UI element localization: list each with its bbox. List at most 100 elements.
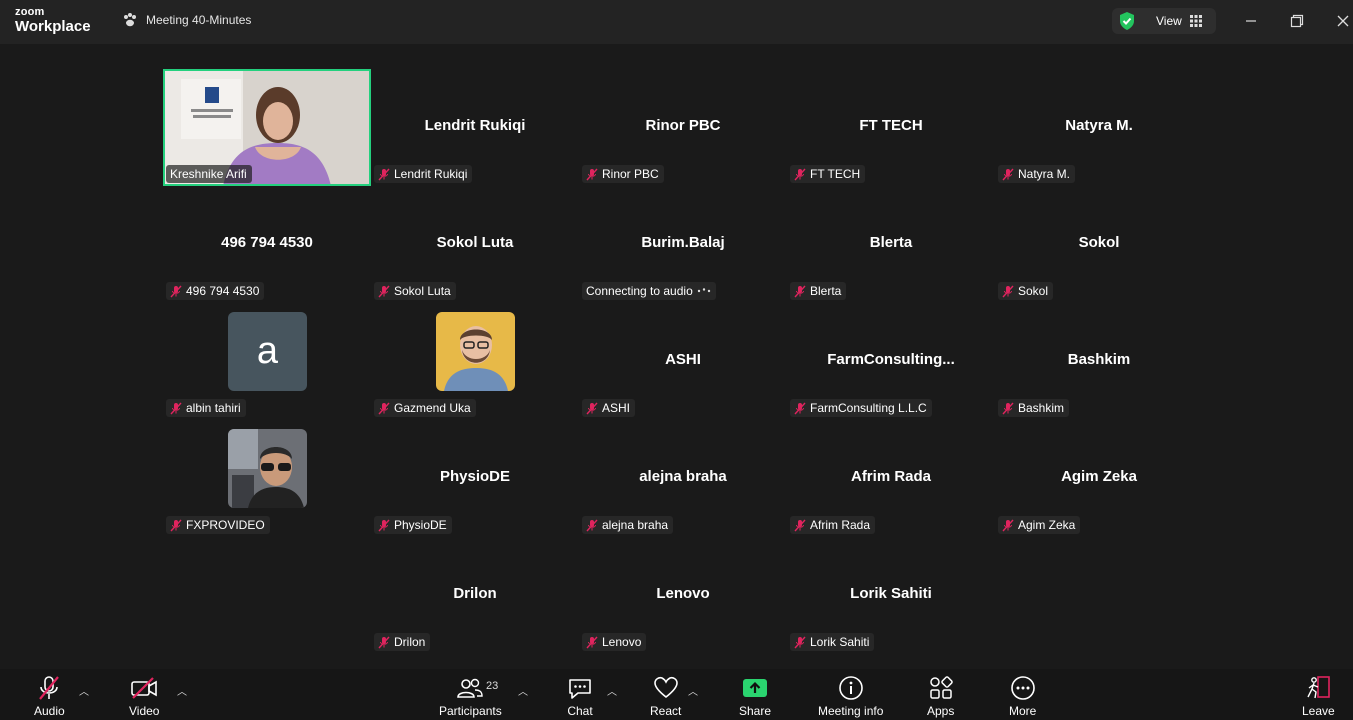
participant-display-name: Sokol Luta [436, 234, 514, 251]
muted-mic-icon [170, 519, 182, 531]
participant-name: Lorik Sahiti [810, 635, 870, 649]
video-button[interactable]: Video [129, 675, 159, 718]
participant-display-name: PhysioDE [439, 468, 511, 485]
participant-tile[interactable]: FXPROVIDEO [163, 420, 371, 537]
shield-check-icon [1120, 12, 1134, 30]
heart-icon [653, 676, 678, 699]
participant-name: Sokol Luta [394, 284, 451, 298]
loading-dots-icon [697, 288, 710, 293]
participant-tile[interactable]: FT TECH FT TECH [787, 69, 995, 186]
share-screen-icon [743, 679, 768, 697]
participants-icon [457, 678, 484, 698]
profile-photo [228, 429, 307, 508]
participant-tile[interactable]: Gazmend Uka [371, 303, 579, 420]
participant-tile[interactable]: Sokol Luta Sokol Luta [371, 186, 579, 303]
participant-tile[interactable]: Afrim Rada Afrim Rada [787, 420, 995, 537]
participant-tile[interactable]: Natyra M. Natyra M. [995, 69, 1203, 186]
participant-tile-active-speaker[interactable]: Kreshnike Arifi [163, 69, 371, 186]
participant-name: PhysioDE [394, 518, 447, 532]
participant-display-name: Natyra M. [1065, 117, 1133, 134]
audio-label: Audio [34, 704, 65, 718]
apps-button[interactable]: Apps [927, 675, 954, 718]
participant-name-label: ASHI [582, 399, 636, 417]
leave-button[interactable]: Leave [1302, 675, 1335, 718]
more-label: More [1009, 704, 1037, 718]
participant-name: Gazmend Uka [394, 401, 471, 415]
view-button[interactable]: View [1112, 8, 1216, 34]
muted-mic-icon [1002, 168, 1014, 180]
muted-mic-icon [1002, 285, 1014, 297]
participant-display-name: Sokol [1078, 234, 1120, 251]
participant-name: FXPROVIDEO [186, 518, 265, 532]
muted-mic-icon [794, 519, 806, 531]
participant-tile[interactable]: Lorik Sahiti Lorik Sahiti [787, 537, 995, 654]
video-options-caret[interactable]: ︿ [177, 683, 187, 698]
chat-button[interactable]: Chat [567, 675, 593, 718]
share-button[interactable]: Share [739, 675, 771, 718]
participant-tile[interactable]: Rinor PBC Rinor PBC [579, 69, 787, 186]
share-label: Share [739, 704, 772, 718]
participant-name: Drilon [394, 635, 426, 649]
participant-name-label: Sokol Luta [374, 282, 456, 300]
participant-tile[interactable]: Bashkim Bashkim [995, 303, 1203, 420]
participant-tile[interactable]: alejna braha alejna braha [579, 420, 787, 537]
minimize-icon [1246, 20, 1256, 22]
participant-display-name: ASHI [665, 351, 701, 368]
participant-name-label: Lendrit Rukiqi [374, 165, 473, 183]
participant-display-name: Blerta [869, 234, 913, 251]
react-options-caret[interactable]: ︿ [688, 683, 698, 698]
meeting-info-button[interactable]: Meeting info [818, 675, 883, 718]
participant-name-label: Agim Zeka [998, 516, 1081, 534]
meeting-title-area[interactable]: Meeting 40-Minutes [122, 12, 251, 28]
muted-mic-icon [586, 519, 598, 531]
muted-mic-icon [378, 636, 390, 648]
participant-tile[interactable]: Sokol Sokol [995, 186, 1203, 303]
participant-tile[interactable]: 496 794 4530 496 794 4530 [163, 186, 371, 303]
title-bar: zoom Workplace Meeting 40-Minutes View [0, 0, 1353, 44]
participant-display-name: Lendrit Rukiqi [424, 117, 526, 134]
participant-tile[interactable]: a albin tahiri [163, 303, 371, 420]
participant-name-label: albin tahiri [166, 399, 246, 417]
minimize-button[interactable] [1239, 10, 1263, 32]
more-button[interactable]: More [1009, 675, 1036, 718]
participant-name-label: Connecting to audio [582, 282, 716, 300]
participant-name-label: Lenovo [582, 633, 647, 651]
participant-display-name: Bashkim [1067, 351, 1131, 368]
participant-name: ASHI [602, 401, 631, 415]
participant-tile[interactable]: ASHI ASHI [579, 303, 787, 420]
muted-mic-icon [378, 402, 390, 414]
apps-label: Apps [927, 704, 955, 718]
more-icon [1010, 676, 1035, 700]
participant-name-label: FarmConsulting L.L.C [790, 399, 932, 417]
avatar [228, 429, 307, 508]
participant-tile[interactable]: Blerta Blerta [787, 186, 995, 303]
muted-mic-icon [378, 285, 390, 297]
leave-icon [1307, 676, 1331, 699]
profile-photo [436, 312, 515, 391]
connecting-audio-status: Connecting to audio [586, 284, 693, 298]
participant-display-name: Drilon [453, 585, 497, 602]
paw-icon [124, 13, 136, 27]
muted-mic-icon [586, 168, 598, 180]
close-button[interactable] [1331, 10, 1353, 32]
participants-options-caret[interactable]: ︿ [518, 683, 528, 698]
participant-name-label: Gazmend Uka [374, 399, 476, 417]
participant-tile[interactable]: Lenovo Lenovo [579, 537, 787, 654]
participant-tile[interactable]: Drilon Drilon [371, 537, 579, 654]
participant-tile[interactable]: Agim Zeka Agim Zeka [995, 420, 1203, 537]
participant-name-label: FXPROVIDEO [166, 516, 270, 534]
react-button[interactable]: React [650, 675, 681, 718]
participant-name-label: Afrim Rada [790, 516, 876, 534]
audio-options-caret[interactable]: ︿ [79, 683, 89, 698]
participant-tile[interactable]: FarmConsulting... FarmConsulting L.L.C [787, 303, 995, 420]
muted-mic-icon [170, 285, 182, 297]
participant-display-name: 496 794 4530 [221, 234, 313, 251]
restore-button[interactable] [1285, 10, 1309, 32]
audio-button[interactable]: Audio [34, 675, 65, 718]
participant-tile[interactable]: Burim.Balaj Connecting to audio [579, 186, 787, 303]
participant-tile[interactable]: Lendrit Rukiqi Lendrit Rukiqi [371, 69, 579, 186]
muted-mic-icon [794, 402, 806, 414]
chat-options-caret[interactable]: ︿ [607, 683, 617, 698]
participant-tile[interactable]: PhysioDE PhysioDE [371, 420, 579, 537]
participant-name: Natyra M. [1018, 167, 1071, 181]
